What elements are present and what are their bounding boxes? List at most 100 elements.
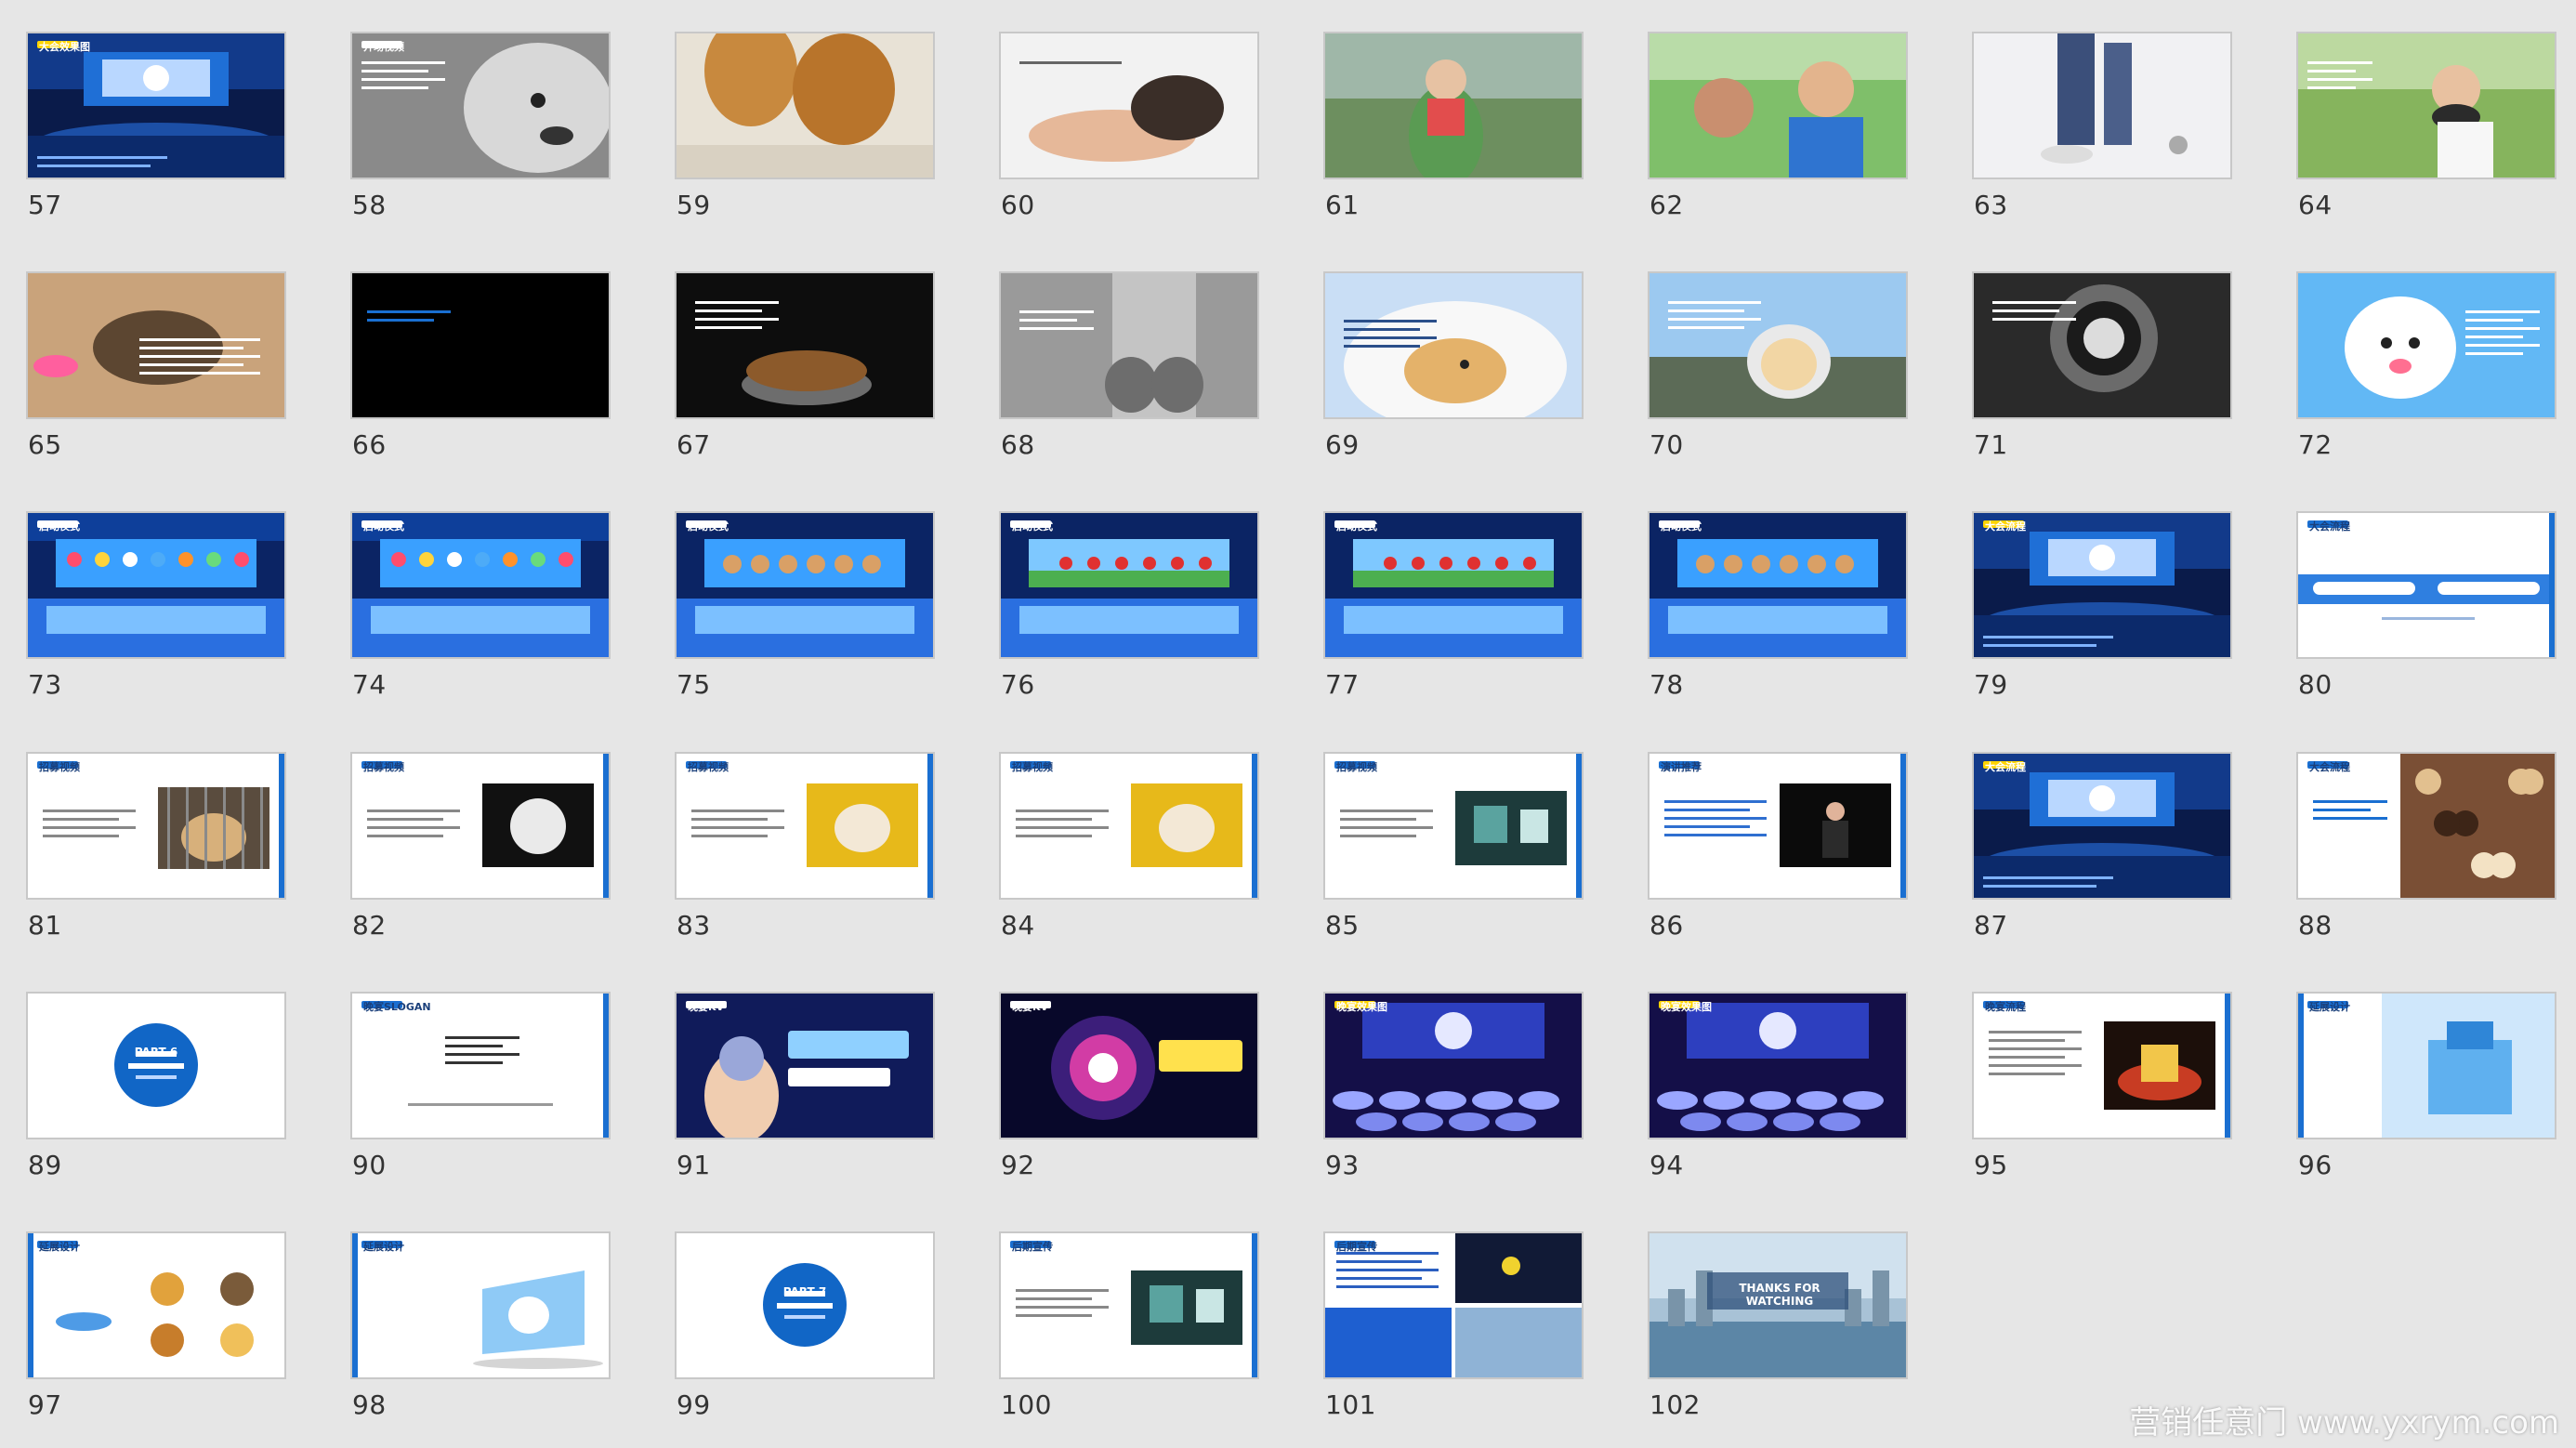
slide-thumbnail-102[interactable]: THANKS FOR WATCHING 102	[1648, 1231, 1908, 1422]
slide-preview[interactable]: 启动仪式	[1648, 511, 1908, 659]
slide-thumbnail-70[interactable]: 70	[1648, 271, 1908, 462]
slide-preview[interactable]	[350, 271, 611, 419]
slide-number: 100	[1001, 1389, 1052, 1420]
slide-thumbnail-98[interactable]: 延展设计 98	[350, 1231, 611, 1422]
slide-preview[interactable]	[1972, 32, 2232, 179]
slide-preview[interactable]: 晚宴KV	[675, 992, 935, 1139]
slide-preview[interactable]: 招募视频	[1323, 752, 1584, 900]
slide-number: 71	[1974, 429, 2008, 460]
slide-thumbnail-90[interactable]: 晚宴SLOGAN 90	[350, 992, 611, 1182]
slide-thumbnail-95[interactable]: 晚宴流程 95	[1972, 992, 2232, 1182]
slide-preview[interactable]: 招募视频	[26, 752, 286, 900]
slide-thumbnail-63[interactable]: 63	[1972, 32, 2232, 222]
slide-preview[interactable]: 晚宴SLOGAN	[350, 992, 611, 1139]
slide-preview[interactable]: 晚宴KV	[999, 992, 1259, 1139]
slide-thumbnail-82[interactable]: 招募视频 82	[350, 752, 611, 942]
slide-preview[interactable]: 招募视频	[350, 752, 611, 900]
slide-thumbnail-97[interactable]: 延展设计 97	[26, 1231, 286, 1422]
slide-thumbnail-78[interactable]: 启动仪式 78	[1648, 511, 1908, 702]
slide-thumbnail-83[interactable]: 招募视频 83	[675, 752, 935, 942]
slide-thumbnail-57[interactable]: 大会效果图 57	[26, 32, 286, 222]
slide-preview[interactable]: 招募视频	[999, 752, 1259, 900]
slide-preview[interactable]	[2296, 32, 2556, 179]
slide-thumbnail-64[interactable]: 64	[2296, 32, 2556, 222]
slide-thumbnail-93[interactable]: 晚宴效果图 93	[1323, 992, 1584, 1182]
slide-thumbnail-94[interactable]: 晚宴效果图 94	[1648, 992, 1908, 1182]
slide-preview[interactable]: 晚宴效果图	[1323, 992, 1584, 1139]
slide-preview[interactable]: PART 6	[26, 992, 286, 1139]
slide-thumbnail-76[interactable]: 启动仪式 76	[999, 511, 1259, 702]
slide-preview[interactable]	[999, 271, 1259, 419]
slide-thumbnail-67[interactable]: 67	[675, 271, 935, 462]
slide-thumbnail-79[interactable]: 大会流程 79	[1972, 511, 2232, 702]
slide-thumbnail-88[interactable]: 大会流程 88	[2296, 752, 2556, 942]
slide-preview[interactable]: 延展设计	[26, 1231, 286, 1379]
slide-preview[interactable]: 晚宴流程	[1972, 992, 2232, 1139]
slide-thumbnail-58[interactable]: 开场视频 58	[350, 32, 611, 222]
slide-preview[interactable]	[1323, 32, 1584, 179]
slide-preview[interactable]: 晚宴效果图	[1648, 992, 1908, 1139]
slide-preview[interactable]: 启动仪式	[675, 511, 935, 659]
slide-preview[interactable]	[26, 271, 286, 419]
slide-preview[interactable]: 大会流程	[1972, 752, 2232, 900]
slide-preview[interactable]: 延展设计	[2296, 992, 2556, 1139]
slide-preview[interactable]	[675, 271, 935, 419]
slide-preview[interactable]	[1972, 271, 2232, 419]
slide-thumbnail-60[interactable]: 60	[999, 32, 1259, 222]
slide-thumbnail-85[interactable]: 招募视频 85	[1323, 752, 1584, 942]
slide-number: 79	[1974, 669, 2008, 700]
slide-preview[interactable]: 大会流程	[2296, 511, 2556, 659]
slide-preview[interactable]: 启动仪式	[26, 511, 286, 659]
slide-thumbnail-96[interactable]: 延展设计 96	[2296, 992, 2556, 1182]
slide-thumbnail-92[interactable]: 晚宴KV 92	[999, 992, 1259, 1182]
slide-preview[interactable]: 开场视频	[350, 32, 611, 179]
slide-thumbnail-74[interactable]: 启动仪式 74	[350, 511, 611, 702]
slide-preview[interactable]	[999, 32, 1259, 179]
slide-preview[interactable]: 后期宣传	[999, 1231, 1259, 1379]
slide-thumbnail-89[interactable]: PART 6 89	[26, 992, 286, 1182]
slide-thumbnail-91[interactable]: 晚宴KV 91	[675, 992, 935, 1182]
slide-thumbnail-61[interactable]: 61	[1323, 32, 1584, 222]
slide-thumbnail-101[interactable]: 后期宣传 101	[1323, 1231, 1584, 1422]
slide-thumbnail-80[interactable]: 大会流程 80	[2296, 511, 2556, 702]
slide-number: 70	[1649, 429, 1684, 460]
slide-thumbnail-77[interactable]: 启动仪式 77	[1323, 511, 1584, 702]
slide-thumbnail-66[interactable]: 66	[350, 271, 611, 462]
slide-preview[interactable]: 后期宣传	[1323, 1231, 1584, 1379]
slide-thumbnail-84[interactable]: 招募视频 84	[999, 752, 1259, 942]
slide-preview[interactable]: 招募视频	[675, 752, 935, 900]
slide-title: 开场视频	[363, 41, 404, 53]
slide-thumbnail-86[interactable]: 演讲推荐 86	[1648, 752, 1908, 942]
slide-thumbnail-81[interactable]: 招募视频 81	[26, 752, 286, 942]
slide-preview[interactable]: 大会流程	[2296, 752, 2556, 900]
slide-preview[interactable]	[1648, 32, 1908, 179]
slide-thumbnail-99[interactable]: PART 7 99	[675, 1231, 935, 1422]
slide-preview[interactable]	[1648, 271, 1908, 419]
slide-preview[interactable]	[1323, 271, 1584, 419]
slide-preview[interactable]: 大会流程	[1972, 511, 2232, 659]
slide-preview[interactable]: 延展设计	[350, 1231, 611, 1379]
slide-preview[interactable]: 大会效果图	[26, 32, 286, 179]
slide-thumbnail-87[interactable]: 大会流程 87	[1972, 752, 2232, 942]
slide-thumbnail-75[interactable]: 启动仪式 75	[675, 511, 935, 702]
slide-preview[interactable]: 启动仪式	[350, 511, 611, 659]
slide-preview[interactable]: 启动仪式	[1323, 511, 1584, 659]
slide-thumbnail-69[interactable]: 69	[1323, 271, 1584, 462]
slide-number: 78	[1649, 669, 1684, 700]
slide-thumbnail-72[interactable]: 72	[2296, 271, 2556, 462]
slide-preview[interactable]	[2296, 271, 2556, 419]
slide-thumbnail-59[interactable]: 59	[675, 32, 935, 222]
slide-number: 102	[1649, 1389, 1701, 1420]
slide-thumbnail-73[interactable]: 启动仪式 73	[26, 511, 286, 702]
slide-preview[interactable]: PART 7	[675, 1231, 935, 1379]
slide-title: 晚宴效果图	[1336, 1001, 1387, 1013]
slide-preview[interactable]: THANKS FOR WATCHING	[1648, 1231, 1908, 1379]
slide-preview[interactable]: 启动仪式	[999, 511, 1259, 659]
slide-thumbnail-100[interactable]: 后期宣传 100	[999, 1231, 1259, 1422]
slide-thumbnail-68[interactable]: 68	[999, 271, 1259, 462]
slide-thumbnail-71[interactable]: 71	[1972, 271, 2232, 462]
slide-thumbnail-65[interactable]: 65	[26, 271, 286, 462]
slide-preview[interactable]	[675, 32, 935, 179]
slide-preview[interactable]: 演讲推荐	[1648, 752, 1908, 900]
slide-thumbnail-62[interactable]: 62	[1648, 32, 1908, 222]
